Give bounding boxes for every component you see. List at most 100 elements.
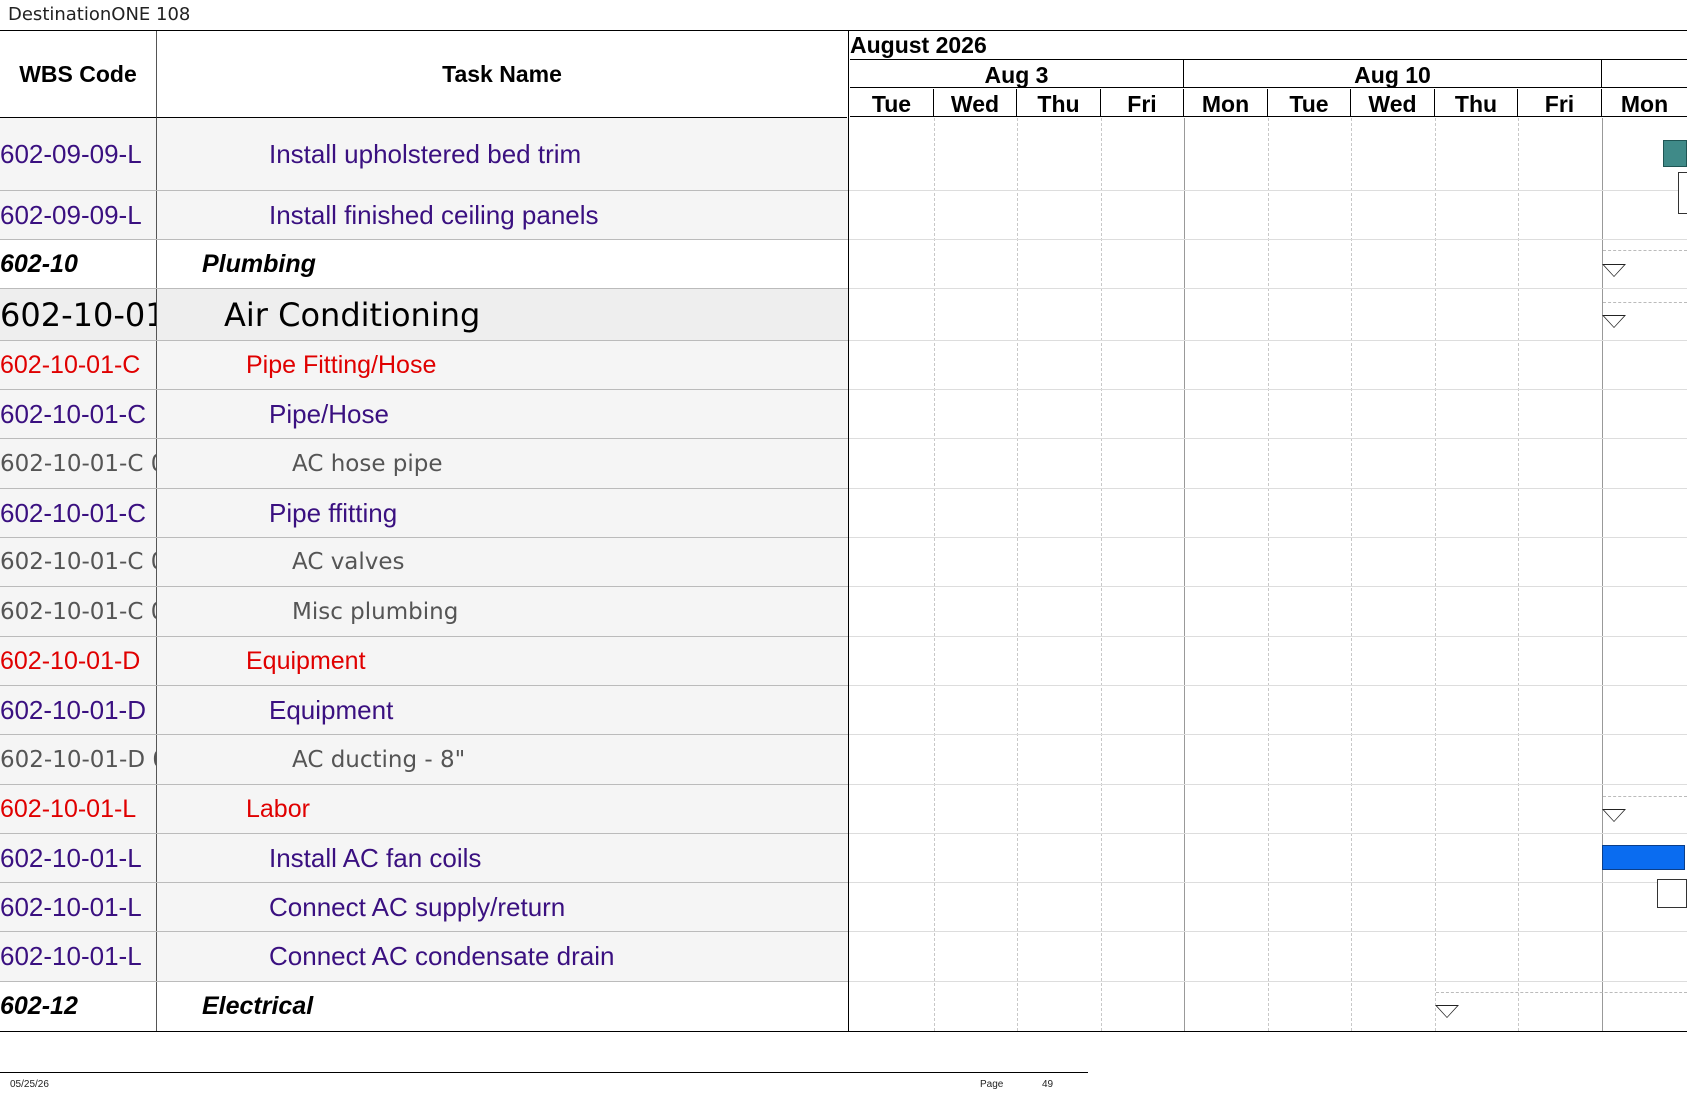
gantt-row-line <box>849 784 1687 785</box>
table-row[interactable]: 602-10-01-C Pipe Fitting/Hose <box>0 341 848 390</box>
summary-bar-line <box>1603 250 1687 251</box>
footer-page-label: Page <box>980 1079 1004 1090</box>
gantt-row-line <box>849 340 1687 341</box>
wbs-code: 602-10-01-C <box>0 489 157 537</box>
gantt-row-line <box>849 288 1687 289</box>
table-row[interactable]: 602-10-01-C 0 AC hose pipe <box>0 439 848 489</box>
timescale-week: Aug 10 <box>1184 60 1602 88</box>
wbs-code-column-header[interactable]: WBS Code <box>0 31 157 118</box>
timescale-day: Fri <box>1101 89 1184 117</box>
wbs-code: 602-10-01-C 0 <box>0 439 157 488</box>
table-row[interactable]: 602-10-01-C Pipe ffitting <box>0 489 848 538</box>
table-row[interactable]: 602-10 Plumbing <box>0 240 848 289</box>
timescale-day: Thu <box>1435 89 1518 117</box>
table-row[interactable]: 602-10-01-L Labor <box>0 785 848 834</box>
document-title: DestinationONE 108 <box>8 4 191 25</box>
wbs-code: 602-09-09-L <box>0 191 157 239</box>
gantt-row-line <box>849 537 1687 538</box>
summary-start-marker[interactable] <box>1602 264 1626 277</box>
table-row[interactable]: 602-10-01-C 0 Misc plumbing <box>0 587 848 637</box>
wbs-code: 602-10 <box>0 240 157 288</box>
task-name: Equipment <box>246 646 366 675</box>
gantt-row-line <box>849 438 1687 439</box>
gantt-row-line <box>849 833 1687 834</box>
task-name: Install finished ceiling panels <box>269 199 599 230</box>
gantt-row-line <box>849 488 1687 489</box>
gantt-gridline <box>1351 118 1352 1031</box>
timescale-week: Aug 3 <box>850 60 1184 88</box>
table-row[interactable]: 602-10-01-L Install AC fan coils <box>0 834 848 883</box>
task-name: Misc plumbing <box>292 598 459 625</box>
table-row[interactable]: 602-10-01-D Equipment <box>0 637 848 686</box>
wbs-code: 602-10-01-D <box>0 637 157 685</box>
gantt-gridline <box>934 118 935 1031</box>
gantt-week-gridline <box>1602 118 1603 1031</box>
wbs-code: 602-10-01-D 0 <box>0 735 157 784</box>
wbs-code: 602-10-01-L <box>0 932 157 981</box>
timescale-day: Mon <box>1602 89 1687 117</box>
table-row[interactable]: 602-10-01-L Connect AC condensate drain <box>0 932 848 982</box>
gantt-row-line <box>849 931 1687 932</box>
gantt-row-line <box>849 981 1687 982</box>
task-name: Connect AC supply/return <box>269 891 566 922</box>
task-name: Pipe ffitting <box>269 497 398 528</box>
footer-page-number: 49 <box>1042 1079 1054 1090</box>
wbs-code: 602-09-09-L <box>0 118 157 190</box>
timescale-month-label: August 2026 <box>850 32 987 58</box>
timescale-month: August 2026 <box>850 31 1687 60</box>
table-gantt-divider[interactable] <box>848 31 849 1031</box>
task-name: Labor <box>246 794 310 823</box>
summary-start-marker[interactable] <box>1602 315 1626 328</box>
table-row[interactable]: 602-10-01-C 0 AC valves <box>0 538 848 587</box>
table-row[interactable]: 602-09-09-L Install upholstered bed trim <box>0 118 848 191</box>
task-bar-outline[interactable] <box>1678 172 1687 214</box>
table-row[interactable]: 602-10-01 Air Conditioning <box>0 289 848 341</box>
table-row[interactable]: 602-10-01-L Connect AC supply/return <box>0 883 848 932</box>
table-row[interactable]: 602-10-01-C Pipe/Hose <box>0 390 848 439</box>
task-name: Equipment <box>269 694 394 725</box>
summary-start-marker[interactable] <box>1435 1005 1459 1018</box>
summary-bar-line <box>1603 302 1687 303</box>
gantt-row-line <box>849 685 1687 686</box>
task-name: Install AC fan coils <box>269 842 482 873</box>
task-name: Connect AC condensate drain <box>269 941 615 971</box>
task-name: Air Conditioning <box>224 295 481 334</box>
summary-bar-line <box>1436 992 1687 993</box>
wbs-code: 602-10-01 <box>0 289 157 340</box>
gantt-row-line <box>849 882 1687 883</box>
timescale-day: Wed <box>1351 89 1435 117</box>
task-name: AC valves <box>292 549 405 575</box>
wbs-code: 602-10-01-C <box>0 341 157 389</box>
wbs-code: 602-10-01-C 0 <box>0 538 157 586</box>
timescale-day: Thu <box>1017 89 1101 117</box>
gantt-gridline <box>1101 118 1102 1031</box>
wbs-code: 602-10-01-L <box>0 834 157 882</box>
task-bar[interactable] <box>1663 140 1687 167</box>
task-name-column-header[interactable]: Task Name <box>157 31 847 118</box>
table-bottom-border <box>0 1031 1687 1032</box>
wbs-code: 602-10-01-L <box>0 785 157 833</box>
wbs-code: 602-10-01-D <box>0 686 157 734</box>
task-name: Pipe/Hose <box>269 398 389 429</box>
timescale-day: Fri <box>1518 89 1602 117</box>
gantt-gridline <box>1518 118 1519 1031</box>
gantt-row-line <box>849 734 1687 735</box>
wbs-code: 602-10-01-L <box>0 883 157 931</box>
timescale-week-next <box>1602 60 1687 88</box>
task-bar-outline[interactable] <box>1657 879 1687 908</box>
gantt-gridline <box>1435 118 1436 1031</box>
task-name: AC ducting - 8" <box>292 746 466 773</box>
footer-rule <box>0 1072 1088 1073</box>
gantt-row-line <box>849 389 1687 390</box>
summary-start-marker[interactable] <box>1602 809 1626 822</box>
table-row[interactable]: 602-10-01-D Equipment <box>0 686 848 735</box>
task-name: AC hose pipe <box>292 450 443 477</box>
table-row[interactable]: 602-12 Electrical <box>0 982 848 1031</box>
table-row[interactable]: 602-09-09-L Install finished ceiling pan… <box>0 191 848 240</box>
timescale-day: Mon <box>1184 89 1268 117</box>
wbs-code: 602-10-01-C 0 <box>0 587 157 636</box>
task-bar[interactable] <box>1602 845 1685 870</box>
timescale-day: Wed <box>934 89 1017 117</box>
table-row[interactable]: 602-10-01-D 0 AC ducting - 8" <box>0 735 848 785</box>
gantt-row-line <box>849 636 1687 637</box>
